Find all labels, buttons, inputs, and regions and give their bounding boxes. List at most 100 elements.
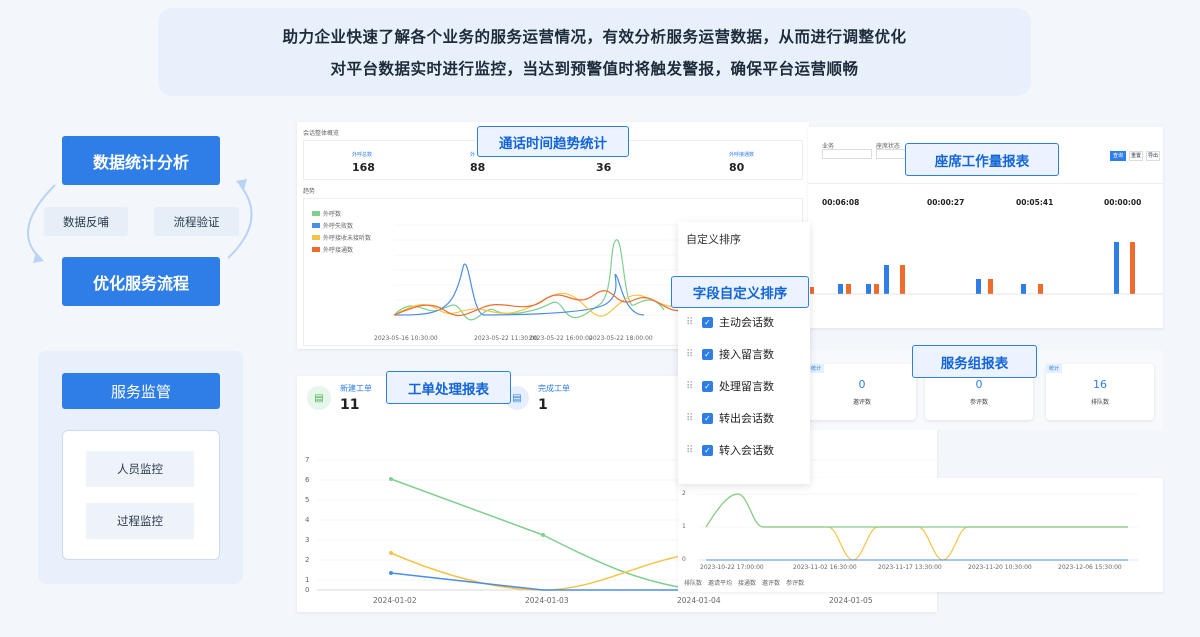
drag-handle-icon[interactable]: ⠿ (686, 381, 702, 392)
query-button[interactable]: 查询 (1110, 151, 1126, 161)
order-report-label: 工单处理报表 (386, 371, 511, 404)
y-tick: 1 (305, 576, 310, 584)
stat-value: 80 (729, 161, 745, 174)
drag-handle-icon[interactable]: ⠿ (686, 317, 702, 328)
export-button[interactable]: 导出 (1146, 151, 1160, 161)
call-trend-label: 通话时间趋势统计 (477, 126, 629, 157)
drag-handle-icon[interactable]: ⠿ (686, 413, 702, 424)
y-tick: 2 (682, 490, 686, 497)
stat-value: 88 (470, 161, 486, 174)
x-tick: 2024-01-05 (829, 596, 873, 605)
group-tag: 统计 (1046, 364, 1063, 373)
y-tick: 6 (305, 476, 310, 484)
y-tick: 2 (305, 556, 310, 564)
process-verify-pill: 流程验证 (154, 207, 239, 236)
sort-item[interactable]: ⠿ ✓ 主动会话数 (686, 306, 774, 338)
sort-item-label: 转出会话数 (719, 412, 774, 425)
x-tick: 2023-05-22 18:00:00 (589, 335, 653, 342)
x-tick: 2024-01-04 (677, 596, 721, 605)
intro-line-1: 助力企业快速了解各个业务的服务运营情况，有效分析服务运营数据，从而进行调整优化 (282, 28, 907, 46)
group-trend-chart (698, 493, 1138, 561)
legend-label: 邀评数 (762, 580, 781, 587)
field-sort-panel: 自定义排序 ⠿ ✓ 主动会话数 ⠿ ✓ 接入留言数 ⠿ ✓ 处理留言数 ⠿ ✓ 转出会话数 ⠿ ✓… (678, 222, 810, 484)
x-tick: 2023-05-16 10:30:00 (374, 335, 438, 342)
reset-button[interactable]: 重置 (1129, 151, 1143, 161)
legend-swatch (312, 247, 320, 252)
group-stat-card: 统计 16 排队数 (1046, 364, 1154, 420)
seat-report-label: 座席工作量报表 (905, 143, 1059, 176)
sort-panel-title: 自定义排序 (686, 233, 741, 246)
stat-value: 168 (352, 161, 375, 174)
stat-value: 36 (596, 161, 612, 174)
legend-label: 外呼失败数 (323, 223, 354, 230)
sort-item[interactable]: ⠿ ✓ 接入留言数 (686, 338, 774, 370)
legend-swatch (312, 235, 320, 240)
sort-list: ⠿ ✓ 主动会话数 ⠿ ✓ 接入留言数 ⠿ ✓ 处理留言数 ⠿ ✓ 转出会话数 ⠿ ✓ 转入会话数 (686, 306, 774, 466)
y-tick: 1 (682, 523, 686, 530)
y-tick: 7 (305, 456, 310, 464)
legend-swatch (312, 223, 320, 228)
y-tick: 5 (305, 496, 310, 504)
group-stat-value: 0 (975, 378, 983, 391)
group-stat-card: 统计 0 邀评数 (808, 364, 916, 420)
stat-label: 外呼接通数 (729, 152, 755, 158)
field-sort-label: 字段自定义排序 (671, 276, 809, 308)
call-trend-lines (393, 224, 684, 321)
legend-label: 外呼接通数 (323, 247, 354, 254)
y-tick: 3 (305, 536, 310, 544)
x-tick: 2023-11-17 13:30:00 (878, 564, 942, 571)
new-order-label: 新建工单 (340, 384, 372, 393)
group-stat-label: 参评数 (969, 399, 988, 406)
drag-handle-icon[interactable]: ⠿ (686, 445, 702, 456)
process-monitor-pill: 过程监控 (86, 503, 194, 539)
y-tick: 0 (305, 586, 310, 594)
sort-item-label: 主动会话数 (719, 316, 774, 329)
metric-value: 00:05:41 (1016, 198, 1054, 207)
stat-label: 外呼总数 (352, 152, 373, 158)
data-feedback-pill: 数据反哺 (44, 207, 128, 236)
sort-item-label: 处理留言数 (719, 380, 774, 393)
checkbox-checked-icon[interactable]: ✓ (702, 380, 713, 392)
legend-label: 参评数 (786, 580, 805, 587)
order-icon: ▤ (307, 386, 331, 410)
staff-monitor-pill: 人员监控 (86, 451, 194, 487)
sort-item[interactable]: ⠿ ✓ 转出会话数 (686, 402, 774, 434)
group-stat-label: 邀评数 (852, 399, 871, 406)
sort-item[interactable]: ⠿ ✓ 转入会话数 (686, 434, 774, 466)
intro-line-2: 对平台数据实时进行监控，当达到预警值时将触发警报，确保平台运营顺畅 (330, 60, 859, 78)
checkbox-checked-icon[interactable]: ✓ (702, 348, 713, 360)
group-stat-value: 0 (858, 378, 866, 391)
x-tick: 2023-11-02 16:30:00 (793, 564, 857, 571)
y-tick: 0 (682, 556, 686, 563)
legend-swatch (312, 211, 320, 216)
x-tick: 2023-12-06 15:30:00 (1058, 564, 1122, 571)
new-order-value: 11 (340, 397, 360, 413)
drag-handle-icon[interactable]: ⠿ (686, 349, 702, 360)
data-analysis-node: 数据统计分析 (62, 136, 220, 185)
x-tick: 2023-05-22 16:00:00 (529, 335, 593, 342)
legend-label: 邀请平均 (708, 580, 733, 587)
x-tick: 2024-01-02 (373, 596, 417, 605)
sort-item-label: 转入会话数 (719, 444, 774, 457)
trend-label: 趋势 (303, 188, 316, 195)
seat-bar-chart (808, 242, 1163, 295)
checkbox-checked-icon[interactable]: ✓ (702, 444, 713, 456)
optimize-flow-node: 优化服务流程 (62, 257, 220, 306)
trend-legend: 外呼数 外呼失败数 外呼接收未接听数 外呼接通数 (312, 209, 371, 254)
metric-value: 00:00:00 (1104, 198, 1142, 207)
x-tick: 2024-01-03 (525, 596, 569, 605)
done-order-value: 1 (538, 397, 548, 413)
y-tick: 4 (305, 516, 310, 524)
legend-label: 接通数 (738, 580, 757, 587)
group-trend-screenshot: 2 1 0 2023-10-22 17:00:00 2023-11-02 16:… (678, 478, 1163, 592)
divider (808, 183, 1163, 184)
filter-select[interactable] (822, 149, 872, 159)
intro-banner: 助力企业快速了解各个业务的服务运营情况，有效分析服务运营数据，从而进行调整优化 … (158, 8, 1031, 96)
legend-label: 外呼数 (323, 211, 342, 218)
service-monitor-title: 服务监管 (62, 373, 220, 409)
legend-label: 排队数 (684, 580, 703, 587)
sort-item[interactable]: ⠿ ✓ 处理留言数 (686, 370, 774, 402)
checkbox-checked-icon[interactable]: ✓ (702, 412, 713, 424)
metric-value: 00:06:08 (822, 198, 860, 207)
checkbox-checked-icon[interactable]: ✓ (702, 316, 713, 328)
